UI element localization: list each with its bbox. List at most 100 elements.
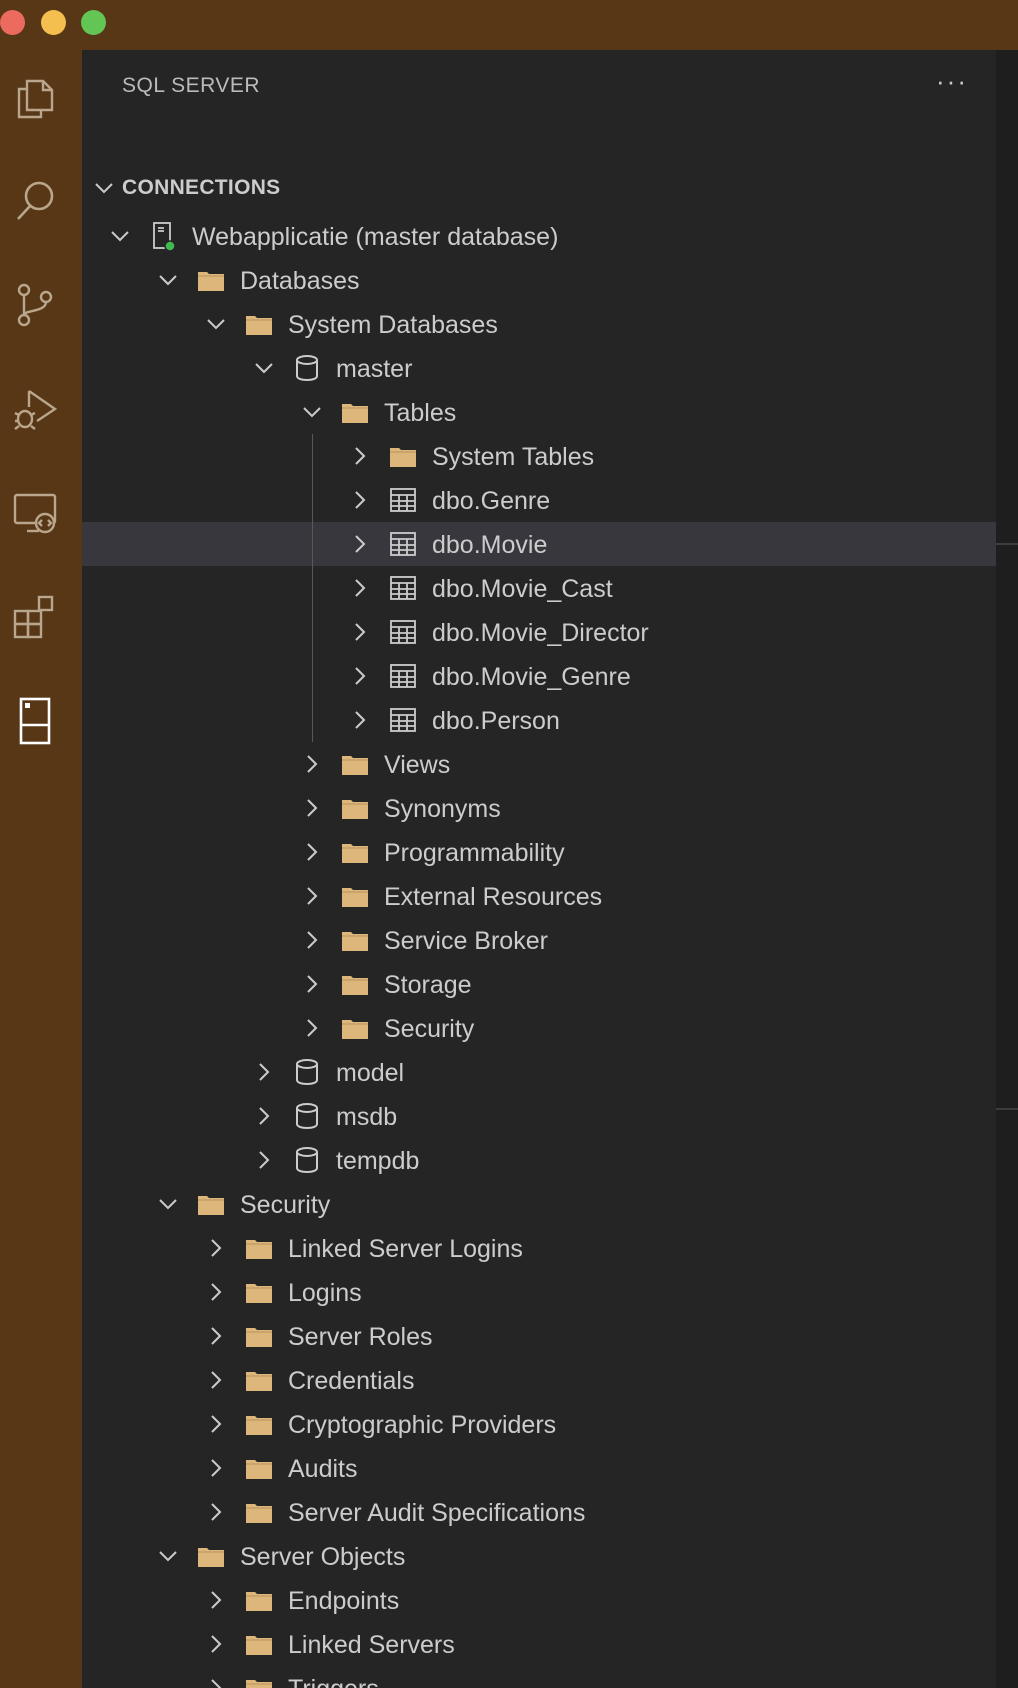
chevron-right-icon[interactable] bbox=[348, 620, 372, 644]
chevron-right-icon[interactable] bbox=[348, 664, 372, 688]
chevron-right-icon[interactable] bbox=[204, 1236, 228, 1260]
chevron-right-icon[interactable] bbox=[300, 840, 324, 864]
tree-item-label: Server Roles bbox=[288, 1323, 433, 1351]
folder-icon bbox=[196, 1189, 226, 1219]
tree-item[interactable]: Storage bbox=[82, 962, 996, 1006]
chevron-right-icon[interactable] bbox=[348, 488, 372, 512]
chevron-right-icon[interactable] bbox=[348, 532, 372, 556]
tree-item[interactable]: System Databases bbox=[82, 302, 996, 346]
chevron-right-icon[interactable] bbox=[300, 972, 324, 996]
section-label: CONNECTIONS bbox=[122, 176, 281, 199]
tree-item[interactable]: Logins bbox=[82, 1270, 996, 1314]
tree-item[interactable]: Webapplicatie (master database) bbox=[82, 214, 996, 258]
close-window-button[interactable] bbox=[0, 10, 25, 35]
tree-item[interactable]: Credentials bbox=[82, 1358, 996, 1402]
tree-item[interactable]: Server Objects bbox=[82, 1534, 996, 1578]
tree-item[interactable]: dbo.Movie_Genre bbox=[82, 654, 996, 698]
tree-item[interactable]: dbo.Movie bbox=[82, 522, 996, 566]
chevron-down-icon[interactable] bbox=[156, 1192, 180, 1216]
run-debug-icon[interactable] bbox=[6, 380, 64, 438]
tree-item-label: Tables bbox=[384, 399, 457, 427]
tree-item[interactable]: master bbox=[82, 346, 996, 390]
tree-item-label: Logins bbox=[288, 1279, 362, 1307]
chevron-right-icon[interactable] bbox=[204, 1456, 228, 1480]
explorer-icon[interactable] bbox=[6, 70, 64, 128]
chevron-right-icon[interactable] bbox=[204, 1324, 228, 1348]
tree-item[interactable]: System Tables bbox=[82, 434, 996, 478]
tree-item[interactable]: Server Roles bbox=[82, 1314, 996, 1358]
tree-item[interactable]: External Resources bbox=[82, 874, 996, 918]
chevron-down-icon[interactable] bbox=[108, 224, 132, 248]
database-icon bbox=[292, 1101, 322, 1131]
extensions-icon[interactable] bbox=[6, 588, 64, 646]
tree-item[interactable]: Security bbox=[82, 1006, 996, 1050]
chevron-right-icon[interactable] bbox=[252, 1104, 276, 1128]
chevron-down-icon[interactable] bbox=[204, 312, 228, 336]
tree-item-label: Endpoints bbox=[288, 1587, 400, 1615]
tree-item[interactable]: Views bbox=[82, 742, 996, 786]
tree-item[interactable]: Linked Servers bbox=[82, 1622, 996, 1666]
minimize-window-button[interactable] bbox=[41, 10, 66, 35]
tree-item[interactable]: Audits bbox=[82, 1446, 996, 1490]
chevron-down-icon[interactable] bbox=[252, 356, 276, 380]
chevron-right-icon[interactable] bbox=[300, 884, 324, 908]
tree-item[interactable]: Synonyms bbox=[82, 786, 996, 830]
chevron-right-icon[interactable] bbox=[204, 1500, 228, 1524]
chevron-right-icon[interactable] bbox=[204, 1632, 228, 1656]
tree-item[interactable]: msdb bbox=[82, 1094, 996, 1138]
chevron-right-icon[interactable] bbox=[300, 796, 324, 820]
zoom-window-button[interactable] bbox=[81, 10, 106, 35]
tree-item[interactable]: Server Audit Specifications bbox=[82, 1490, 996, 1534]
tree-item[interactable]: Triggers bbox=[82, 1666, 996, 1688]
tree-item-label: System Databases bbox=[288, 311, 498, 339]
chevron-right-icon[interactable] bbox=[204, 1368, 228, 1392]
chevron-down-icon[interactable] bbox=[156, 1544, 180, 1568]
chevron-right-icon[interactable] bbox=[252, 1148, 276, 1172]
tree-item[interactable]: model bbox=[82, 1050, 996, 1094]
chevron-right-icon[interactable] bbox=[204, 1280, 228, 1304]
chevron-right-icon[interactable] bbox=[204, 1412, 228, 1436]
tree-item-label: Programmability bbox=[384, 839, 565, 867]
chevron-right-icon[interactable] bbox=[348, 444, 372, 468]
chevron-right-icon[interactable] bbox=[300, 1016, 324, 1040]
source-control-icon[interactable] bbox=[6, 276, 64, 334]
tree-item[interactable]: dbo.Movie_Director bbox=[82, 610, 996, 654]
tree-item[interactable]: dbo.Genre bbox=[82, 478, 996, 522]
tree-item[interactable]: dbo.Movie_Cast bbox=[82, 566, 996, 610]
folder-icon bbox=[340, 793, 370, 823]
chevron-right-icon[interactable] bbox=[300, 928, 324, 952]
tree-item[interactable]: Databases bbox=[82, 258, 996, 302]
tree-item[interactable]: dbo.Person bbox=[82, 698, 996, 742]
tree-item[interactable]: Cryptographic Providers bbox=[82, 1402, 996, 1446]
chevron-right-icon[interactable] bbox=[204, 1588, 228, 1612]
more-actions-button[interactable]: ··· bbox=[936, 66, 968, 97]
tree-item[interactable]: tempdb bbox=[82, 1138, 996, 1182]
tree-item[interactable]: Endpoints bbox=[82, 1578, 996, 1622]
tree-item[interactable]: Tables bbox=[82, 390, 996, 434]
connections-section-header[interactable]: CONNECTIONS bbox=[82, 166, 996, 210]
table-icon bbox=[388, 661, 418, 691]
tree-item[interactable]: Linked Server Logins bbox=[82, 1226, 996, 1270]
remote-explorer-icon[interactable] bbox=[6, 484, 64, 542]
tree-item-label: Databases bbox=[240, 267, 360, 295]
chevron-right-icon[interactable] bbox=[252, 1060, 276, 1084]
chevron-down-icon[interactable] bbox=[156, 268, 180, 292]
chevron-down-icon[interactable] bbox=[300, 400, 324, 424]
folder-icon bbox=[196, 1541, 226, 1571]
chevron-right-icon[interactable] bbox=[204, 1676, 228, 1688]
sql-server-icon[interactable] bbox=[6, 692, 64, 750]
chevron-right-icon[interactable] bbox=[348, 708, 372, 732]
tree-item[interactable]: Programmability bbox=[82, 830, 996, 874]
chevron-right-icon[interactable] bbox=[300, 752, 324, 776]
search-icon[interactable] bbox=[6, 172, 64, 230]
chevron-down-icon bbox=[95, 183, 113, 194]
folder-icon bbox=[244, 1629, 274, 1659]
folder-icon bbox=[244, 309, 274, 339]
scroll-marker bbox=[996, 1108, 1018, 1110]
chevron-right-icon[interactable] bbox=[348, 576, 372, 600]
tree-item-label: Views bbox=[384, 751, 451, 779]
tree-item[interactable]: Security bbox=[82, 1182, 996, 1226]
folder-icon bbox=[196, 265, 226, 295]
tree-item[interactable]: Service Broker bbox=[82, 918, 996, 962]
folder-icon bbox=[244, 1497, 274, 1527]
